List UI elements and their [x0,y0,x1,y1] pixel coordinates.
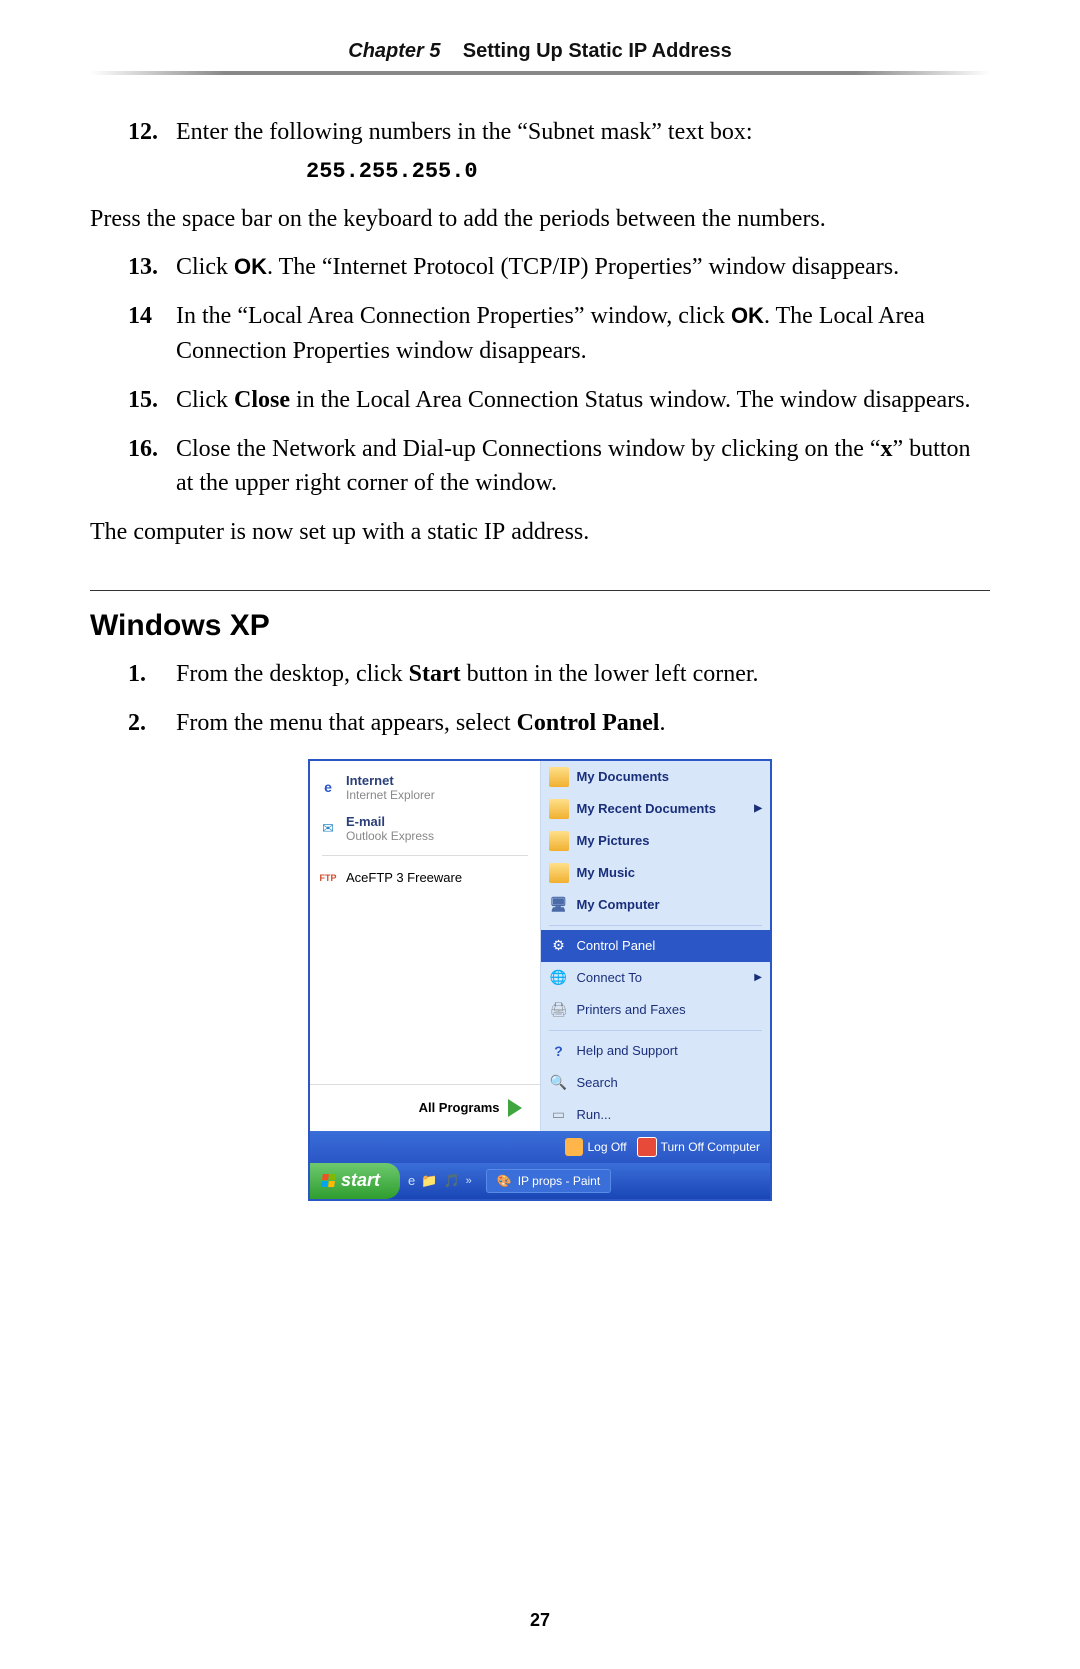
startmenu-item-printers[interactable]: 🖨Printers and Faxes [541,994,771,1026]
startmenu-item-search[interactable]: 🔍Search [541,1067,771,1099]
paragraph: The computer is now set up with a static… [90,515,990,550]
startmenu-item-help[interactable]: ?Help and Support [541,1035,771,1067]
turn-off-button[interactable]: Turn Off Computer [637,1137,760,1157]
startmenu-item-my-music[interactable]: My Music [541,857,771,889]
xp-step-2: 2. From the menu that appears, select Co… [128,706,990,741]
step-text: Click OK. The “Internet Protocol (TCP/IP… [176,250,990,285]
ie-icon[interactable]: e [408,1173,415,1188]
network-icon: 🌐 [549,968,569,988]
step-12: 12. Enter the following numbers in the “… [128,115,990,188]
step-16: 16. Close the Network and Dial-up Connec… [128,432,990,502]
search-icon: 🔍 [549,1073,569,1093]
step-number: 15. [128,383,176,418]
taskbar: start e 📁 🎵 » 🎨 IP props - Paint [310,1163,770,1199]
media-icon[interactable]: 🎵 [443,1173,459,1189]
chevron-right-icon: ▶ [754,972,762,983]
windows-flag-icon [321,1174,336,1187]
step-15: 15. Click Close in the Local Area Connec… [128,383,990,418]
step-number: 13. [128,250,176,285]
email-icon: ✉ [318,818,338,838]
paint-icon: 🎨 [497,1174,512,1188]
quick-launch: e 📁 🎵 » [400,1173,480,1189]
ie-icon: e [318,777,338,797]
startmenu-item-run[interactable]: ▭Run... [541,1099,771,1131]
startmenu-item-connect-to[interactable]: 🌐Connect To▶ [541,962,771,994]
chevron-right-icon: ▶ [754,803,762,814]
xp-step-1: 1. From the desktop, click Start button … [128,657,990,692]
step-14: 14 In the “Local Area Connection Propert… [128,299,990,369]
run-icon: ▭ [549,1105,569,1125]
explorer-icon[interactable]: 📁 [421,1173,437,1189]
chapter-header: Chapter 5 Setting Up Static IP Address [90,40,990,63]
help-icon: ? [549,1041,569,1061]
startmenu-item-internet[interactable]: e InternetInternet Explorer [314,767,536,808]
all-programs-button[interactable]: All Programs [310,1084,540,1131]
startmenu-item-aceftp[interactable]: FTP AceFTP 3 Freeware [314,862,536,894]
step-13: 13. Click OK. The “Internet Protocol (TC… [128,250,990,285]
ftp-icon: FTP [318,868,338,888]
startmenu-item-control-panel[interactable]: ⚙Control Panel [541,930,771,962]
step-text: In the “Local Area Connection Properties… [176,299,990,369]
step-text: Close the Network and Dial-up Connection… [176,432,990,502]
folder-icon [549,863,569,883]
arrow-right-icon [508,1099,522,1117]
step-number: 2. [128,706,176,741]
power-icon [637,1137,657,1157]
step-number: 16. [128,432,176,502]
step-text: Click Close in the Local Area Connection… [176,383,990,418]
startmenu-item-email[interactable]: ✉ E-mailOutlook Express [314,808,536,849]
step-text: Enter the following numbers in the “Subn… [176,115,990,188]
section-rule [90,590,990,591]
page-number: 27 [0,1610,1080,1631]
folder-icon [549,831,569,851]
start-menu-bottom-bar: Log Off Turn Off Computer [310,1131,770,1163]
taskbar-item-paint[interactable]: 🎨 IP props - Paint [486,1169,611,1193]
control-panel-icon: ⚙ [549,936,569,956]
step-number: 12. [128,115,176,188]
start-menu-right-column: My Documents My Recent Documents▶ My Pic… [541,761,771,1131]
section-heading: Windows XP [90,609,990,643]
folder-icon [549,799,569,819]
step-number: 14 [128,299,176,369]
start-menu-screenshot: e InternetInternet Explorer ✉ E-mailOutl… [308,759,772,1201]
chapter-title: Setting Up Static IP Address [463,40,732,62]
chapter-label: Chapter 5 [348,40,440,62]
step-text: From the desktop, click Start button in … [176,657,990,692]
step-text: From the menu that appears, select Contr… [176,706,990,741]
log-off-button[interactable]: Log Off [565,1138,626,1156]
start-button[interactable]: start [310,1163,400,1199]
startmenu-item-my-pictures[interactable]: My Pictures [541,825,771,857]
paragraph: Press the space bar on the keyboard to a… [90,202,990,237]
startmenu-item-my-recent-documents[interactable]: My Recent Documents▶ [541,793,771,825]
quick-launch-expand[interactable]: » [466,1175,472,1187]
computer-icon: 🖥 [549,895,569,915]
startmenu-item-my-computer[interactable]: 🖥My Computer [541,889,771,921]
printer-icon: 🖨 [549,1000,569,1020]
key-icon [565,1138,583,1156]
subnet-mask-value: 255.255.255.0 [306,156,990,188]
step-number: 1. [128,657,176,692]
startmenu-item-my-documents[interactable]: My Documents [541,761,771,793]
start-menu-left-column: e InternetInternet Explorer ✉ E-mailOutl… [310,761,541,1131]
header-rule [90,71,990,75]
folder-icon [549,767,569,787]
